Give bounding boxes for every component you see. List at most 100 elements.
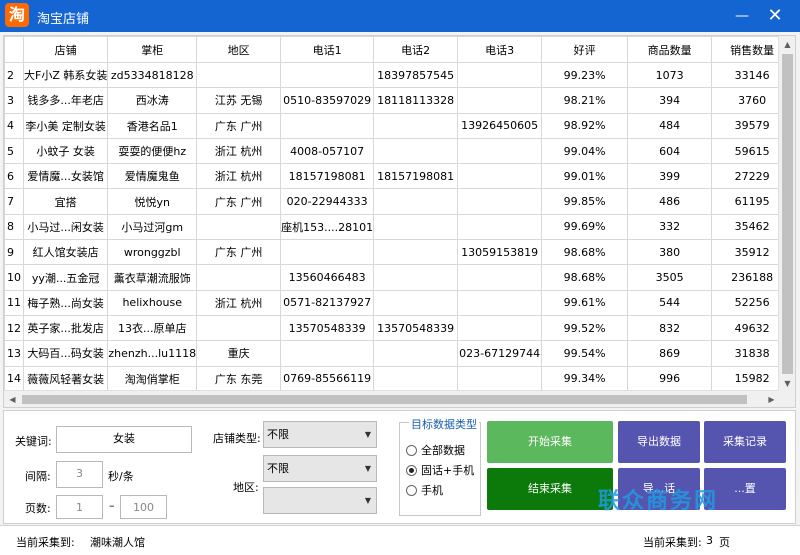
table-row[interactable]: 7 宜搭 悦悦yn 广东 广州 020-22944333 99.85% 486 61195 (4, 188, 794, 215)
table-cell[interactable]: 江苏 无锡 (196, 87, 282, 114)
table-cell[interactable] (196, 61, 282, 89)
column-header[interactable]: 电话2 (373, 36, 459, 63)
row-number[interactable]: 2 (4, 61, 24, 89)
table-cell[interactable]: 99.04% (541, 137, 629, 165)
table-cell[interactable] (280, 112, 375, 139)
column-header[interactable]: 商品数量 (627, 36, 713, 63)
table-cell[interactable]: 宜搭 (22, 188, 109, 215)
table-cell[interactable] (196, 213, 282, 241)
table-cell[interactable]: 李小美 定制女装 (22, 112, 109, 139)
row-number[interactable]: 12 (4, 314, 24, 342)
table-cell[interactable]: 020-22944333 (280, 188, 375, 215)
table-row[interactable]: 9 红人馆女装店 wronggzbl 广东 广州 13059153819 98.68% 38… (4, 239, 794, 266)
row-number[interactable]: 5 (4, 137, 24, 165)
row-number[interactable]: 9 (4, 239, 24, 266)
table-cell[interactable]: 英子家...批发店 (22, 314, 109, 342)
table-row[interactable]: 6 爱情魔...女装馆 爱情魔鬼鱼 浙江 杭州 18157198081 181571980… (4, 163, 794, 190)
table-cell[interactable]: 13570548339 (280, 314, 375, 342)
interval-input[interactable]: 3 (56, 461, 103, 488)
table-cell[interactable] (373, 188, 459, 215)
table-cell[interactable]: 99.52% (541, 314, 629, 342)
row-number[interactable]: 7 (4, 188, 24, 215)
table-cell[interactable]: 869 (627, 340, 713, 367)
table-row[interactable]: 2 大F小Z 韩系女装 zd5334818128 18397857545 99.23% 1… (4, 61, 794, 89)
table-cell[interactable]: 13570548339 (373, 314, 459, 342)
radio-landline-mobile[interactable]: 固话+手机 (406, 462, 474, 478)
table-cell[interactable]: 996 (627, 365, 713, 392)
table-cell[interactable]: 浙江 杭州 (196, 137, 282, 165)
table-cell[interactable]: 99.54% (541, 340, 629, 367)
table-cell[interactable]: 13926450605 (457, 112, 543, 139)
column-header[interactable]: 电话1 (280, 36, 375, 63)
table-cell[interactable]: 99.69% (541, 213, 629, 241)
table-cell[interactable]: 380 (627, 239, 713, 266)
radio-mobile[interactable]: 手机 (406, 482, 443, 498)
table-cell[interactable] (280, 239, 375, 266)
table-cell[interactable]: 大F小Z 韩系女装 (22, 61, 109, 89)
table-cell[interactable]: 淘淘俏掌柜 (107, 365, 198, 392)
table-cell[interactable]: 爱情魔鬼鱼 (107, 163, 198, 190)
table-cell[interactable]: 重庆 (196, 340, 282, 367)
table-cell[interactable]: 浙江 杭州 (196, 163, 282, 190)
table-cell[interactable]: 544 (627, 289, 713, 316)
table-cell[interactable] (280, 340, 375, 367)
table-row[interactable]: 8 小马过...闲女装 小马过河gm 座机153....28101 99.69% 332 3… (4, 213, 794, 241)
results-grid[interactable]: 店铺 掌柜 地区 电话1 电话2 电话3 好评 商品数量 销售数量 2 大F小Z … (3, 35, 796, 408)
row-number[interactable]: 3 (4, 87, 24, 114)
table-cell[interactable]: 394 (627, 87, 713, 114)
shop-type-select[interactable]: 不限 ▼ (263, 421, 377, 448)
vertical-scroll-thumb[interactable] (782, 54, 793, 374)
table-cell[interactable]: 0769-85566119 (280, 365, 375, 392)
table-cell[interactable] (373, 340, 459, 367)
pages-from-input[interactable]: 1 (56, 495, 103, 519)
table-cell[interactable] (373, 213, 459, 241)
table-cell[interactable]: 座机153....28101 (280, 213, 375, 241)
column-header[interactable]: 好评 (541, 36, 629, 63)
table-cell[interactable] (457, 213, 543, 241)
table-cell[interactable]: 0571-82137927 (280, 289, 375, 316)
table-cell[interactable]: 98.68% (541, 264, 629, 291)
table-cell[interactable] (457, 163, 543, 190)
table-cell[interactable]: 钱多多...年老店 (22, 87, 109, 114)
table-cell[interactable]: 小马过河gm (107, 213, 198, 241)
column-header[interactable]: 店铺 (22, 36, 109, 63)
table-cell[interactable]: 332 (627, 213, 713, 241)
collect-records-button[interactable]: 采集记录 (704, 421, 786, 463)
table-cell[interactable]: helixhouse (107, 289, 198, 316)
scroll-up-icon[interactable]: ▲ (779, 36, 795, 53)
table-cell[interactable] (373, 137, 459, 165)
table-row[interactable]: 12 英子家...批发店 13衣...原单店 13570548339 135705483… (4, 314, 794, 342)
stop-collect-button[interactable]: 结束采集 (487, 468, 613, 510)
table-cell[interactable]: 广东 东莞 (196, 365, 282, 392)
horizontal-scroll-thumb[interactable] (22, 395, 747, 404)
table-cell[interactable]: 广东 广州 (196, 188, 282, 215)
table-cell[interactable]: 99.34% (541, 365, 629, 392)
table-cell[interactable]: 0510-83597029 (280, 87, 375, 114)
table-row[interactable]: 3 钱多多...年老店 西冰涛 江苏 无锡 0510-83597029 181181133… (4, 87, 794, 114)
table-cell[interactable]: zd5334818128 (107, 61, 198, 89)
table-cell[interactable]: zhenzh...lu1118 (107, 340, 198, 367)
table-row[interactable]: 11 梅子熟...尚女装 helixhouse 浙江 杭州 0571-82137927 9… (4, 289, 794, 316)
table-cell[interactable]: 1073 (627, 61, 713, 89)
row-number[interactable]: 8 (4, 213, 24, 241)
table-cell[interactable] (373, 112, 459, 139)
table-cell[interactable]: 广东 广州 (196, 239, 282, 266)
table-row[interactable]: 4 李小美 定制女装 香港名品1 广东 广州 13926450605 98.92% 484 3… (4, 112, 794, 139)
scroll-left-icon[interactable]: ◀ (4, 391, 21, 407)
table-cell[interactable]: 13560466483 (280, 264, 375, 291)
row-number[interactable]: 13 (4, 340, 24, 367)
table-cell[interactable]: 红人馆女装店 (22, 239, 109, 266)
table-cell[interactable]: 023-67129744 (457, 340, 543, 367)
table-cell[interactable]: 小马过...闲女装 (22, 213, 109, 241)
row-number[interactable]: 10 (4, 264, 24, 291)
table-row[interactable]: 13 大码百...码女装 zhenzh...lu1118 重庆 023-67129744… (4, 340, 794, 367)
table-cell[interactable]: 4008-057107 (280, 137, 375, 165)
column-header[interactable]: 地区 (196, 36, 282, 63)
start-collect-button[interactable]: 开始采集 (487, 421, 613, 463)
table-cell[interactable] (457, 87, 543, 114)
close-button[interactable]: ✕ (763, 4, 787, 28)
table-cell[interactable]: 18157198081 (280, 163, 375, 190)
table-cell[interactable] (196, 314, 282, 342)
row-number[interactable]: 11 (4, 289, 24, 316)
table-cell[interactable]: 梅子熟...尚女装 (22, 289, 109, 316)
